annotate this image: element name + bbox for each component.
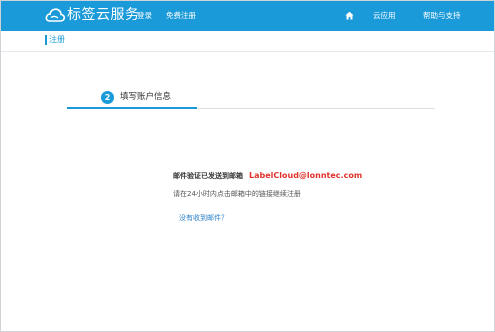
cloud-logo-icon (45, 8, 65, 22)
cloud-apps-link[interactable]: 云应用 (373, 9, 396, 23)
not-received-email-link[interactable]: 没有收到邮件？ (179, 212, 228, 224)
step-number-badge: 2 (101, 91, 114, 104)
login-link[interactable]: 登录 (137, 9, 152, 23)
email-sent-label: 邮件验证已发送到邮箱 (173, 172, 243, 180)
free-register-link[interactable]: 免费注册 (166, 9, 196, 23)
email-sent-message: 邮件验证已发送到邮箱 LabelCloud@lonntec.com (173, 167, 362, 182)
page-title: 注册 (49, 35, 65, 44)
home-icon[interactable] (345, 11, 354, 20)
title-accent-bar (45, 35, 47, 45)
email-address: LabelCloud@lonntec.com (249, 171, 363, 180)
help-support-link[interactable]: 帮助与支持 (423, 9, 461, 23)
step-label: 填写账户信息 (120, 92, 172, 102)
top-navigation-bar: 标签云服务 登录 免费注册 云应用 帮助与支持 (1, 1, 494, 31)
page-frame: 标签云服务 登录 免费注册 云应用 帮助与支持 注册 2 填写账户信息 邮件验证… (0, 0, 495, 332)
brand-name[interactable]: 标签云服务 (67, 5, 140, 25)
page-subheader (1, 31, 494, 52)
step-active-indicator (67, 107, 197, 109)
instruction-text: 请在24小时内点击邮箱中的链接继续注册 (173, 190, 301, 198)
